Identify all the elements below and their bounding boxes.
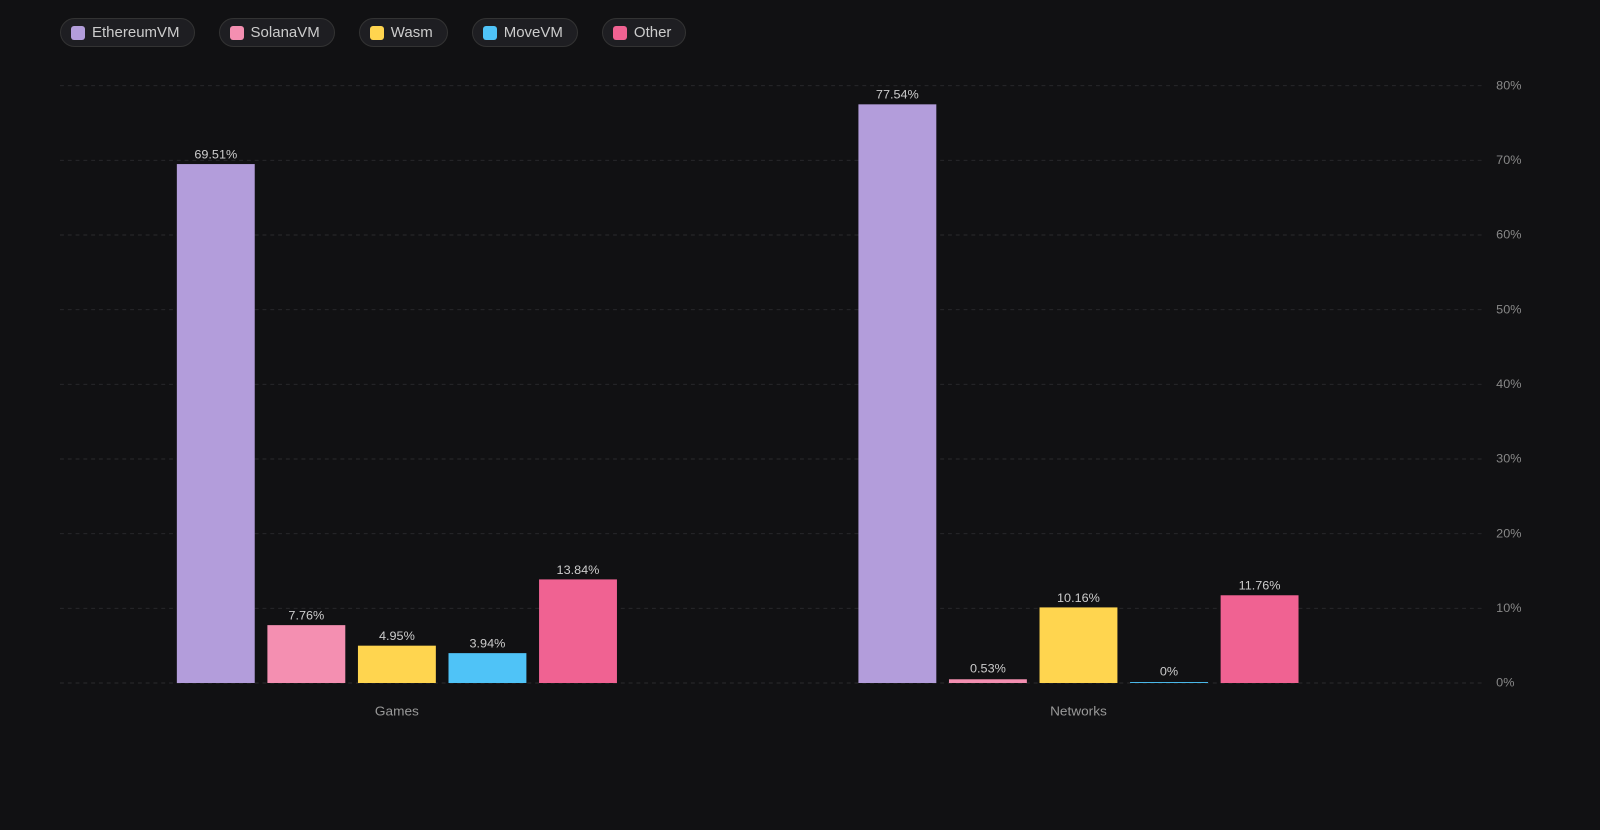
svg-text:11.76%: 11.76% (1239, 579, 1281, 593)
bar-networks-other (1221, 595, 1299, 683)
legend-label-wasm: Wasm (391, 24, 433, 41)
svg-text:13.84%: 13.84% (557, 563, 600, 577)
svg-text:0.53%: 0.53% (970, 662, 1006, 676)
bar-networks-ethereum (858, 104, 936, 683)
svg-text:Networks: Networks (1050, 704, 1107, 719)
legend-item-ethereum-vm: EthereumVM (60, 18, 195, 47)
svg-text:77.54%: 77.54% (876, 88, 919, 102)
bar-games-movevm (449, 653, 527, 683)
svg-text:0%: 0% (1496, 676, 1514, 690)
svg-text:Games: Games (375, 704, 419, 719)
bar-networks-solana (949, 679, 1027, 683)
legend-dot-other (613, 26, 627, 40)
legend-dot-move-vm (483, 26, 497, 40)
legend-label-solana-vm: SolanaVM (251, 24, 320, 41)
legend-item-other: Other (602, 18, 687, 47)
legend-item-solana-vm: SolanaVM (219, 18, 335, 47)
legend: EthereumVM SolanaVM Wasm MoveVM Other (60, 18, 1540, 47)
legend-dot-solana-vm (230, 26, 244, 40)
bar-networks-movevm (1130, 682, 1208, 683)
svg-text:80%: 80% (1496, 79, 1521, 93)
bar-games-ethereum (177, 164, 255, 683)
svg-text:10%: 10% (1496, 601, 1521, 615)
bar-games-other (539, 579, 617, 683)
svg-text:50%: 50% (1496, 303, 1521, 317)
svg-text:30%: 30% (1496, 452, 1521, 466)
legend-item-wasm: Wasm (359, 18, 448, 47)
legend-label-other: Other (634, 24, 672, 41)
bar-games-wasm (358, 646, 436, 683)
svg-text:60%: 60% (1496, 228, 1521, 242)
legend-dot-wasm (370, 26, 384, 40)
chart-area: 80% 70% 60% 50% 40% 30% 20% 10% 0% 69.51… (60, 67, 1540, 739)
bar-games-solana (267, 625, 345, 683)
bar-networks-wasm (1040, 607, 1118, 683)
svg-text:7.76%: 7.76% (288, 609, 324, 623)
svg-text:70%: 70% (1496, 153, 1521, 167)
chart-container: EthereumVM SolanaVM Wasm MoveVM Other 80% 70… (0, 0, 1600, 830)
svg-text:4.95%: 4.95% (379, 629, 415, 643)
svg-text:10.16%: 10.16% (1057, 591, 1100, 605)
svg-text:3.94%: 3.94% (470, 637, 506, 651)
legend-dot-ethereum-vm (71, 26, 85, 40)
legend-label-ethereum-vm: EthereumVM (92, 24, 180, 41)
legend-item-move-vm: MoveVM (472, 18, 578, 47)
svg-text:0%: 0% (1160, 665, 1178, 679)
svg-text:40%: 40% (1496, 377, 1521, 391)
legend-label-move-vm: MoveVM (504, 24, 563, 41)
svg-text:20%: 20% (1496, 527, 1521, 541)
svg-text:69.51%: 69.51% (194, 148, 237, 162)
bar-chart: 80% 70% 60% 50% 40% 30% 20% 10% 0% 69.51… (60, 67, 1540, 739)
